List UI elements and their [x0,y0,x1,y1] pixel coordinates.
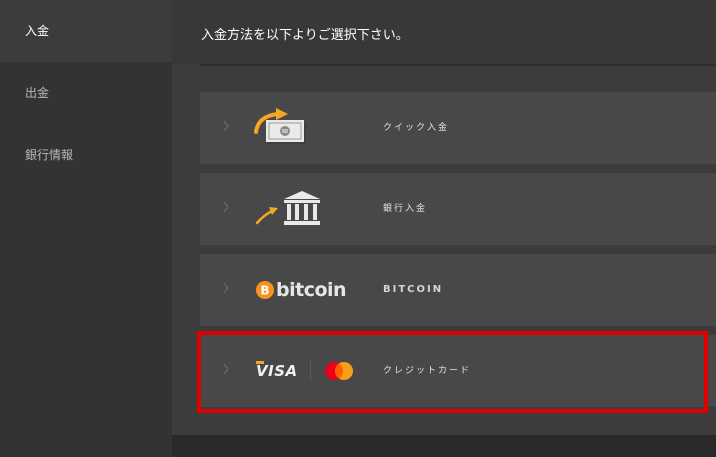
header-divider [200,64,716,66]
method-label: BITCOIN [383,284,444,295]
method-row-quick-deposit[interactable]: クイック入金 [200,92,716,164]
method-label: クレジットカード [383,366,472,376]
bank-icon [255,191,320,225]
bitcoin-wordmark: bitcoin [276,279,347,301]
chevron-right-icon [223,282,229,294]
page-header: 入金方法を以下よりご選択下さい。 [172,0,716,64]
sidebar-item-label: 出金 [25,86,50,100]
logo-divider [309,361,311,381]
chevron-right-icon [223,201,229,213]
bitcoin-logo: B bitcoin [256,278,347,302]
mastercard-icon [324,362,353,380]
method-row-credit-card[interactable]: VISA クレジットカード [200,335,716,407]
chevron-right-icon [223,363,229,375]
main-panel: 入金方法を以下よりご選択下さい。 クイック入金 銀行入金 B bitcoin B… [172,0,716,435]
visa-logo: VISA [256,361,298,380]
sidebar-item-bank-info[interactable]: 銀行情報 [0,124,172,186]
method-row-bank-deposit[interactable]: 銀行入金 [200,173,716,245]
bitcoin-icon: B [256,281,274,299]
page-title: 入金方法を以下よりご選択下さい。 [201,28,409,43]
method-label: クイック入金 [383,123,450,133]
visa-wordmark: VISA [256,362,298,380]
sidebar-item-deposit[interactable]: 入金 [0,0,172,62]
method-label: 銀行入金 [383,204,428,214]
money-transfer-icon [254,108,306,144]
sidebar: 入金 出金 銀行情報 [0,0,172,457]
chevron-right-icon [223,120,229,132]
svg-text:B: B [260,284,269,298]
sidebar-item-label: 入金 [25,24,50,38]
sidebar-item-withdrawal[interactable]: 出金 [0,62,172,124]
sidebar-item-label: 銀行情報 [25,148,74,162]
method-row-bitcoin[interactable]: B bitcoin BITCOIN [200,254,716,326]
visa-mastercard-logo: VISA [256,360,355,382]
bottom-strip [172,435,716,457]
